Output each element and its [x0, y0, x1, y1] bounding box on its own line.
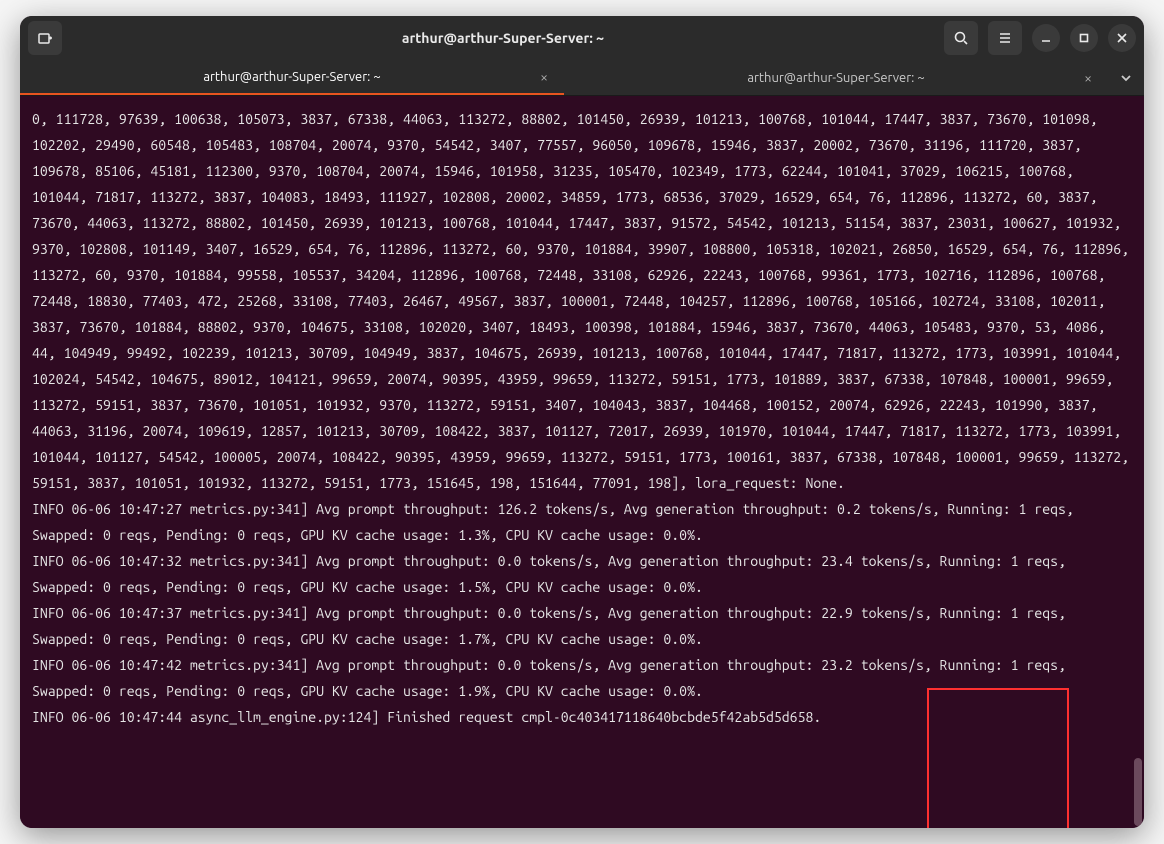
tab-close-icon[interactable]: ×: [540, 69, 548, 85]
minimize-button[interactable]: [1032, 24, 1060, 52]
new-tab-button[interactable]: [28, 21, 62, 55]
log-line: INFO 06-06 10:47:37 metrics.py:341] Avg …: [32, 605, 1074, 647]
hamburger-icon: [997, 30, 1013, 46]
maximize-icon: [1078, 32, 1090, 44]
search-icon: [953, 30, 969, 46]
tab-close-icon[interactable]: ×: [1084, 70, 1092, 86]
scrollbar[interactable]: [1132, 96, 1142, 828]
terminal-window: arthur@arthur-Super-Server: ~: [20, 16, 1144, 828]
tab-label: arthur@arthur-Super-Server: ~: [747, 71, 924, 85]
log-line: INFO 06-06 10:47:44 async_llm_engine.py:…: [32, 709, 821, 725]
tab-overflow-button[interactable]: [1108, 60, 1144, 95]
tab-label: arthur@arthur-Super-Server: ~: [203, 70, 380, 84]
chevron-down-icon: [1119, 71, 1133, 85]
log-line: INFO 06-06 10:47:27 metrics.py:341] Avg …: [32, 501, 1082, 543]
close-icon: [1116, 32, 1128, 44]
log-line: INFO 06-06 10:47:42 metrics.py:341] Avg …: [32, 657, 1074, 699]
search-button[interactable]: [944, 21, 978, 55]
plus-tab-icon: [37, 30, 53, 46]
minimize-icon: [1040, 32, 1052, 44]
terminal-output: 0, 111728, 97639, 100638, 105073, 3837, …: [20, 96, 1144, 828]
tab-1[interactable]: arthur@arthur-Super-Server: ~ ×: [20, 60, 564, 95]
tab-bar: arthur@arthur-Super-Server: ~ × arthur@a…: [20, 60, 1144, 96]
tab-2[interactable]: arthur@arthur-Super-Server: ~ ×: [564, 60, 1108, 95]
window-title: arthur@arthur-Super-Server: ~: [68, 30, 938, 46]
scrollbar-thumb[interactable]: [1134, 758, 1142, 826]
token-dump-text: 0, 111728, 97639, 100638, 105073, 3837, …: [32, 111, 1137, 491]
maximize-button[interactable]: [1070, 24, 1098, 52]
log-line: INFO 06-06 10:47:32 metrics.py:341] Avg …: [32, 553, 1074, 595]
hamburger-menu-button[interactable]: [988, 21, 1022, 55]
close-button[interactable]: [1108, 24, 1136, 52]
terminal-viewport[interactable]: 0, 111728, 97639, 100638, 105073, 3837, …: [20, 96, 1144, 828]
titlebar: arthur@arthur-Super-Server: ~: [20, 16, 1144, 60]
